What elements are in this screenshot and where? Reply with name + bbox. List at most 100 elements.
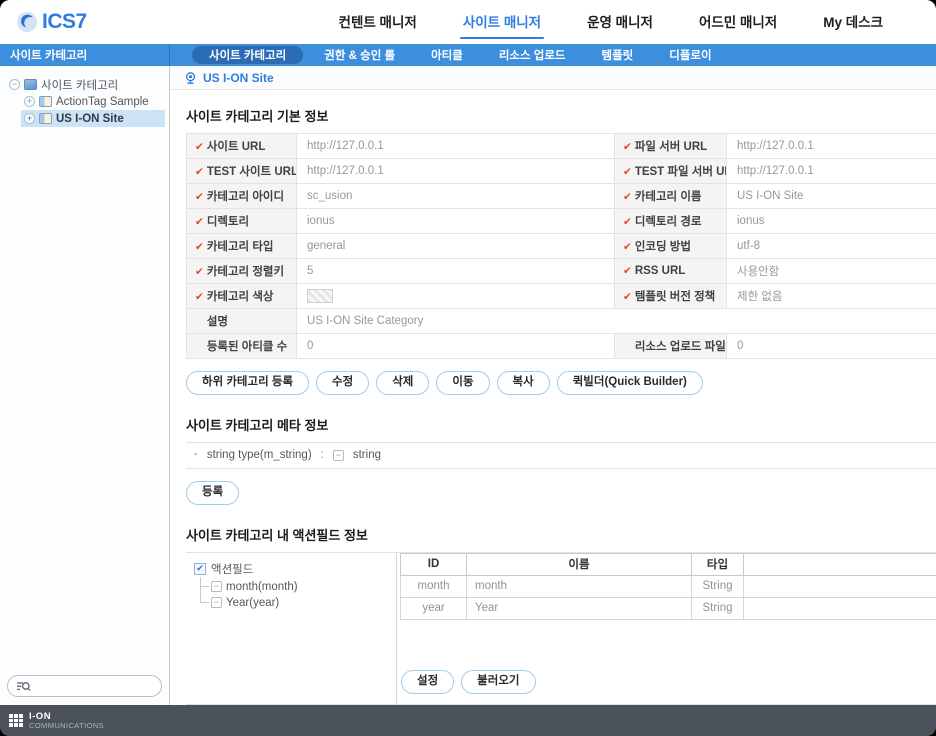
copy-button[interactable]: 복사 [497,371,550,395]
tab-permission-approval[interactable]: 권한 & 승인 룰 [309,44,410,66]
required-check-icon: ✔ [195,141,204,153]
field-label-cell: ✔디렉토리 [187,209,297,234]
field-value-cell: 5 [297,259,615,284]
tree-item-us-ion-site[interactable]: + US I-ON Site [21,110,165,127]
field-label: 디렉토리 경로 [635,216,702,228]
basic-info-row: ✔카테고리 색상✔템플릿 버전 정책제한 없음 [187,284,936,309]
nav-content-manager[interactable]: 컨텐트 매니저 [338,9,418,36]
basic-info-row: ✔사이트 URLhttp://127.0.0.1✔파일 서버 URLhttp:/… [187,134,936,159]
search-input[interactable] [36,679,153,693]
field-label: 카테고리 아이디 [207,191,284,203]
field-label: 카테고리 정렬키 [207,266,284,278]
meta-info-title: 사이트 카테고리 메타 정보 [186,415,936,434]
actionfield-column-header: 이름 [467,553,692,575]
quick-builder-button[interactable]: 퀵빌더(Quick Builder) [557,371,703,395]
sub-category-register-button[interactable]: 하위 카테고리 등록 [186,371,309,395]
actionfield-tree-item[interactable]: −month(month) [200,579,388,595]
nav-operation-manager[interactable]: 운영 매니저 [586,9,654,36]
meta-item-label: string type(m_string) [207,449,312,461]
actionfield-tree-item[interactable]: −Year(year) [200,595,388,611]
field-label-cell: ✔카테고리 색상 [187,284,297,309]
breadcrumb: US I-ON Site [170,66,936,90]
field-value-cell: general [297,234,615,259]
actionfield-column-header: ID [401,553,467,575]
breadcrumb-label: US I-ON Site [203,71,274,85]
nav-my-desk[interactable]: My 데스크 [822,9,884,36]
required-check-icon: ✔ [623,291,632,303]
register-button[interactable]: 등록 [186,481,239,505]
collapse-icon[interactable]: − [9,79,20,90]
basic-info-row: ✔카테고리 정렬키5✔RSS URL사용안함 [187,259,936,284]
required-check-icon: ✔ [623,141,632,153]
field-label: TEST 사이트 URL [207,166,297,178]
edit-button[interactable]: 수정 [316,371,369,395]
basic-info-table: ✔사이트 URLhttp://127.0.0.1✔파일 서버 URLhttp:/… [186,133,936,359]
field-label: 카테고리 색상 [207,291,274,303]
field-value: general [307,240,345,252]
actionfield-tree-root[interactable]: ✔ 액션필드 [194,561,388,577]
collapse-box-icon[interactable]: − [333,450,344,461]
delete-button[interactable]: 삭제 [376,371,429,395]
top-nav: 컨텐트 매니저 사이트 매니저 운영 매니저 어드민 매니저 My 데스크 [338,9,936,36]
collapse-box-icon[interactable]: − [211,597,222,608]
field-label-cell: ✔카테고리 정렬키 [187,259,297,284]
field-label: 카테고리 타입 [207,241,274,253]
meta-info-row: · string type(m_string) : − string [186,442,936,469]
field-value-cell: US I-ON Site Category [297,309,936,334]
content: US I-ON Site 사이트 카테고리 기본 정보 ✔사이트 URLhttp… [170,66,936,705]
expand-icon[interactable]: + [24,113,35,124]
footer-brand: I-ON COMMUNICATIONS [29,712,104,730]
actionfield-root-label: 액션필드 [211,561,253,577]
field-value-cell: sc_usion [297,184,615,209]
field-label: 인코딩 방법 [635,241,691,253]
expand-icon[interactable]: + [24,96,35,107]
category-node-icon [24,79,37,90]
main-area: −사이트 카테고리 + ActionTag Sample + US I-ON Site [0,66,936,705]
required-check-icon: ✔ [195,241,204,253]
field-label-cell: ✔카테고리 아이디 [187,184,297,209]
actionfield-column-header: 타입 [692,553,744,575]
tree-item-actiontag-sample[interactable]: + ActionTag Sample [21,93,165,110]
actionfield-cell [744,597,936,619]
required-check-icon: ✔ [195,291,204,303]
footer-brand-sub: COMMUNICATIONS [29,722,104,730]
tab-site-category[interactable]: 사이트 카테고리 [192,46,303,64]
field-label-cell: ✔등록된 아티클 수 [187,334,297,359]
move-button[interactable]: 이동 [436,371,489,395]
required-check-icon: ✔ [623,216,632,228]
field-value: US I-ON Site [737,190,803,202]
nav-site-manager[interactable]: 사이트 매니저 [462,9,542,36]
tab-deploy[interactable]: 디플로이 [654,44,726,66]
checkbox-checked-icon[interactable]: ✔ [194,563,206,575]
actionfield-cell [744,575,936,597]
load-button[interactable]: 불러오기 [461,670,535,694]
required-check-icon: ✔ [623,191,632,203]
field-value-cell: http://127.0.0.1 [727,134,936,159]
actionfield-cell: month [401,575,467,597]
collapse-box-icon[interactable]: − [211,581,222,592]
field-value-cell: ionus [297,209,615,234]
field-label-cell: ✔TEST 사이트 URL [187,159,297,184]
field-value-cell: US I-ON Site [727,184,936,209]
tab-template[interactable]: 템플릿 [587,44,649,66]
ics7-logo[interactable]: ICS7 [16,10,87,34]
required-check-icon: ✔ [195,266,204,278]
required-check-icon: ✔ [195,191,204,203]
required-check-icon: ✔ [195,216,204,228]
tab-article[interactable]: 아티클 [416,44,478,66]
actionfield-title: 사이트 카테고리 내 액션필드 정보 [186,525,936,544]
actionfield-right: ID이름타입 monthmonthStringyearYearString 설정… [397,553,936,704]
required-check-icon: ✔ [623,265,632,277]
settings-button[interactable]: 설정 [401,670,454,694]
field-value-cell: http://127.0.0.1 [297,159,615,184]
nav-admin-manager[interactable]: 어드민 매니저 [698,9,778,36]
sidebar-search-box[interactable] [7,675,162,697]
field-label-cell: ✔사이트 URL [187,134,297,159]
actionfield-buttons: 설정 불러오기 [400,670,936,694]
tree-item-label: ActionTag Sample [56,96,149,108]
category-node-icon [39,96,52,107]
tab-resource-upload[interactable]: 리소스 업로드 [484,44,581,66]
field-label-cell: ✔카테고리 이름 [615,184,727,209]
tree-item-label: US I-ON Site [56,113,124,125]
tree-item-site-category[interactable]: −사이트 카테고리 [6,76,165,93]
